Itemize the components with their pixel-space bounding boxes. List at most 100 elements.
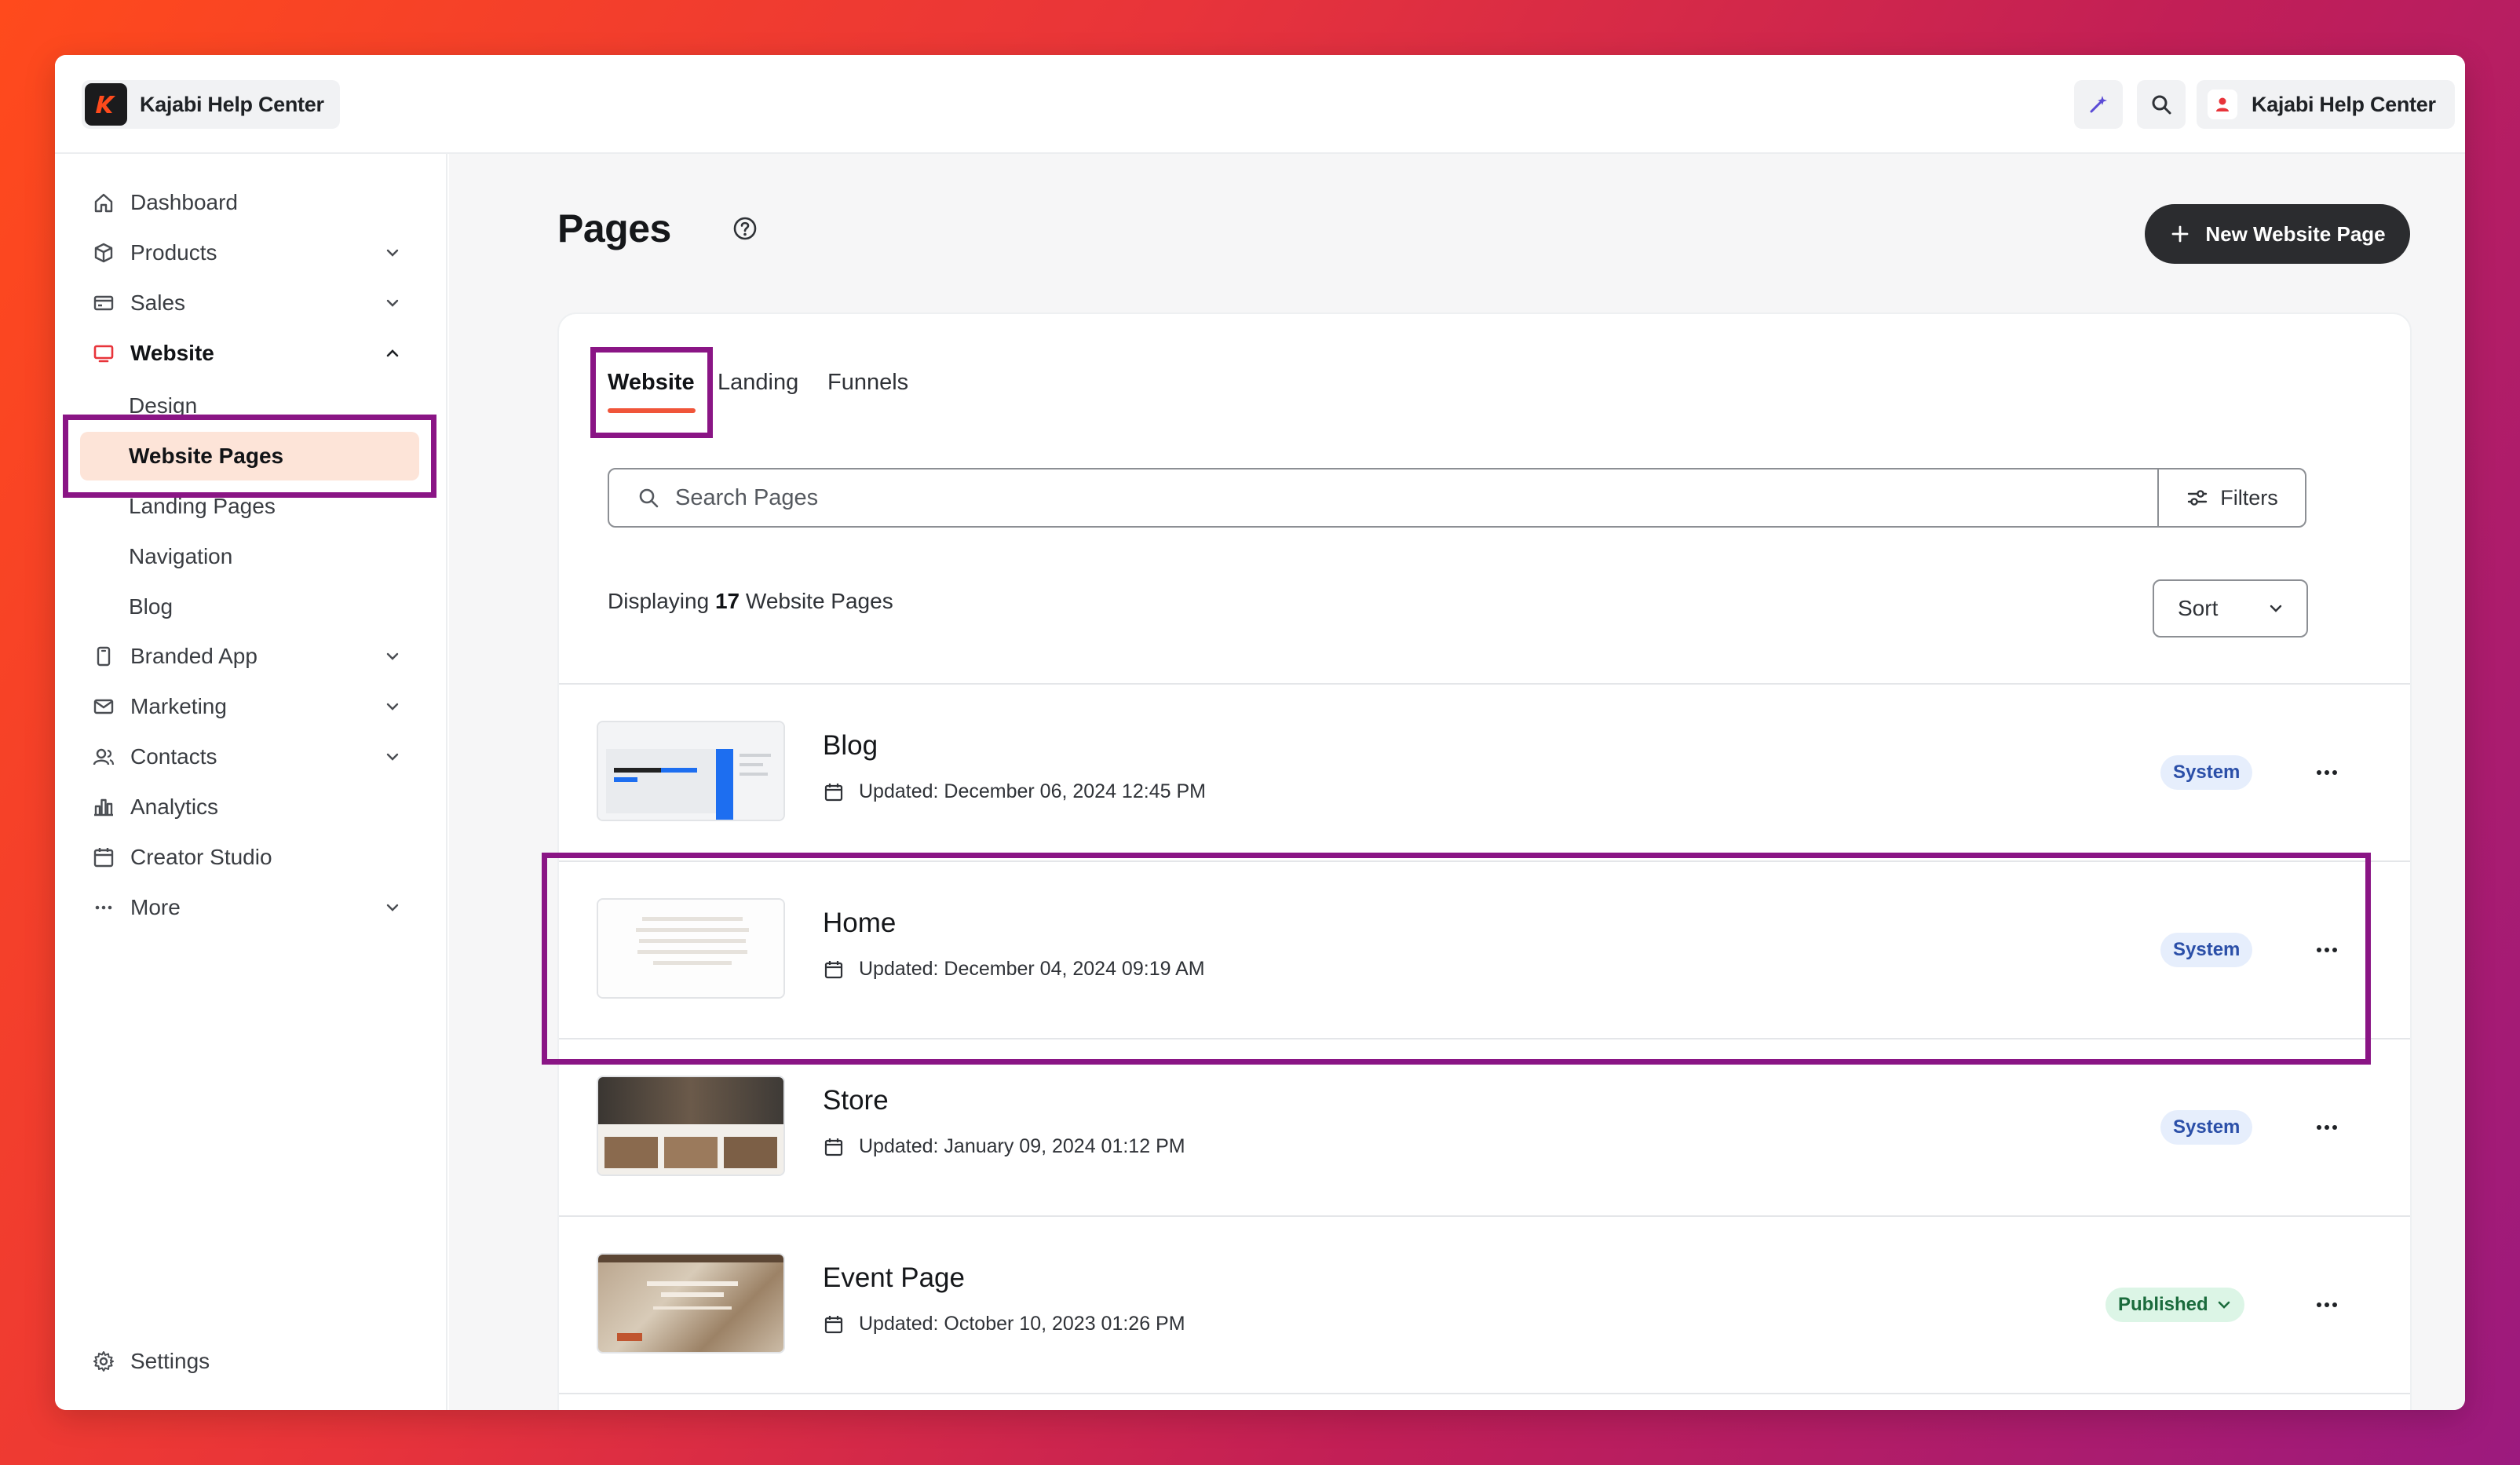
page-title-text[interactable]: Blog xyxy=(823,730,878,762)
sidebar-item-label: Design xyxy=(129,393,198,418)
sidebar-item-label: Website Pages xyxy=(129,444,284,468)
ai-assistant-button[interactable] xyxy=(2074,80,2123,129)
user-icon xyxy=(2216,97,2229,111)
sidebar-item-contacts[interactable]: Contacts xyxy=(83,736,419,777)
people-icon xyxy=(89,743,118,771)
sidebar-item-creator-studio[interactable]: Creator Studio xyxy=(83,837,419,878)
home-icon xyxy=(89,188,118,217)
search-input[interactable]: Search Pages xyxy=(609,469,2157,526)
search-icon xyxy=(2152,95,2171,115)
status-badge: System xyxy=(2160,933,2253,967)
new-website-page-button[interactable]: New Website Page xyxy=(2145,204,2410,264)
chevron-down-icon xyxy=(380,240,405,265)
table-row[interactable]: Home Updated: December 04, 2024 09:19 AM… xyxy=(559,862,2410,1039)
sidebar-item-marketing[interactable]: Marketing xyxy=(83,686,419,727)
row-actions-button[interactable] xyxy=(2311,937,2343,963)
sidebar-item-label: Navigation xyxy=(129,544,233,568)
chevron-down-icon xyxy=(380,694,405,719)
help-icon[interactable] xyxy=(732,215,758,242)
sidebar-item-more[interactable]: More xyxy=(83,887,419,928)
main-content: Pages New Website Page Website Landing F… xyxy=(449,154,2465,1410)
table-row[interactable]: Event Page Updated: October 10, 2023 01:… xyxy=(559,1217,2410,1394)
filters-label: Filters xyxy=(2220,485,2278,510)
site-switcher[interactable]: Kajabi Help Center xyxy=(82,80,340,129)
row-actions-button[interactable] xyxy=(2311,1292,2343,1317)
top-bar: Kajabi Help Center Kajabi Help Center xyxy=(55,55,2465,154)
more-horizontal-icon xyxy=(2317,1302,2337,1307)
page-title: Pages xyxy=(557,206,671,250)
sidebar-item-sales[interactable]: Sales xyxy=(83,283,419,323)
updated-info: Updated: December 06, 2024 12:45 PM xyxy=(823,780,1206,803)
sidebar-item-label: Settings xyxy=(130,1349,210,1373)
tab-funnels[interactable]: Funnels xyxy=(827,361,908,416)
sidebar-item-label: Creator Studio xyxy=(130,845,272,869)
updated-text: Updated: December 06, 2024 12:45 PM xyxy=(859,780,1206,802)
sidebar-item-branded-app[interactable]: Branded App xyxy=(83,636,419,677)
row-actions-button[interactable] xyxy=(2311,760,2343,785)
sidebar-subitem-landing-pages[interactable]: Landing Pages xyxy=(80,482,419,531)
page-thumbnail xyxy=(597,721,785,821)
sidebar-item-analytics[interactable]: Analytics xyxy=(83,787,419,827)
status-badge: System xyxy=(2160,1110,2253,1145)
table-row[interactable]: Store Updated: January 09, 2024 01:12 PM… xyxy=(559,1039,2410,1217)
sidebar-item-label: Contacts xyxy=(130,744,217,769)
box-icon xyxy=(89,239,118,267)
chevron-down-icon xyxy=(380,895,405,920)
sidebar-item-label: Blog xyxy=(129,594,173,619)
sidebar-subitem-blog[interactable]: Blog xyxy=(80,583,419,631)
chevron-down-icon xyxy=(380,644,405,669)
sidebar-item-label: Landing Pages xyxy=(129,494,276,518)
sidebar-item-label: More xyxy=(130,895,181,919)
status-label: System xyxy=(2173,939,2241,960)
avatar xyxy=(2208,90,2237,119)
more-horizontal-icon xyxy=(2317,1125,2337,1130)
search-placeholder: Search Pages xyxy=(675,484,819,510)
sidebar-item-label: Dashboard xyxy=(130,190,238,214)
account-name: Kajabi Help Center xyxy=(2252,92,2436,116)
sidebar-item-label: Products xyxy=(130,240,217,265)
filters-button[interactable]: Filters xyxy=(2157,469,2305,526)
page-title-text[interactable]: Store xyxy=(823,1085,889,1116)
site-name: Kajabi Help Center xyxy=(140,92,324,116)
sidebar-item-label: Branded App xyxy=(130,644,257,668)
page-title-text[interactable]: Event Page xyxy=(823,1262,965,1294)
results-count-number: 17 xyxy=(714,589,740,613)
sidebar-item-settings[interactable]: Settings xyxy=(83,1341,419,1382)
mail-icon xyxy=(89,692,118,721)
tab-website[interactable]: Website xyxy=(608,361,696,416)
sort-label: Sort xyxy=(2178,596,2219,620)
chevron-down-icon xyxy=(380,744,405,769)
status-label: System xyxy=(2173,762,2241,783)
account-menu[interactable]: Kajabi Help Center xyxy=(2197,80,2455,129)
sidebar: Dashboard Products Sales Website Design … xyxy=(55,154,447,1410)
sort-dropdown[interactable]: Sort xyxy=(2153,579,2308,638)
new-website-page-label: New Website Page xyxy=(2205,221,2386,246)
status-dropdown[interactable]: Published xyxy=(2105,1288,2244,1322)
table-row[interactable]: Blog Updated: December 06, 2024 12:45 PM… xyxy=(559,685,2410,862)
sparkle-icon xyxy=(2090,96,2107,113)
pages-card: Website Landing Funnels Search Pages Fil… xyxy=(557,312,2412,1410)
sidebar-item-products[interactable]: Products xyxy=(83,232,419,273)
search-bar: Search Pages Filters xyxy=(608,468,2306,528)
sidebar-item-dashboard[interactable]: Dashboard xyxy=(83,182,419,223)
phone-icon xyxy=(89,642,118,670)
tab-active-indicator xyxy=(608,408,696,413)
more-icon xyxy=(89,893,118,922)
tab-landing[interactable]: Landing xyxy=(718,361,798,416)
updated-info: Updated: January 09, 2024 01:12 PM xyxy=(823,1135,1185,1158)
calendar-icon xyxy=(824,783,843,801)
calendar-icon xyxy=(824,1315,843,1333)
sidebar-subitem-website-pages[interactable]: Website Pages xyxy=(80,432,419,480)
sidebar-subitem-design[interactable]: Design xyxy=(80,382,419,430)
calendar-icon xyxy=(89,843,118,871)
row-actions-button[interactable] xyxy=(2311,1115,2343,1140)
updated-info: Updated: December 04, 2024 09:19 AM xyxy=(823,958,1205,981)
chevron-down-icon xyxy=(380,290,405,316)
sidebar-item-website[interactable]: Website xyxy=(83,333,419,374)
sidebar-subitem-navigation[interactable]: Navigation xyxy=(80,532,419,581)
sidebar-item-label: Sales xyxy=(130,290,186,315)
monitor-icon xyxy=(89,339,118,367)
global-search-button[interactable] xyxy=(2137,80,2186,129)
page-title-text[interactable]: Home xyxy=(823,908,896,939)
tab-label: Funnels xyxy=(827,370,909,395)
